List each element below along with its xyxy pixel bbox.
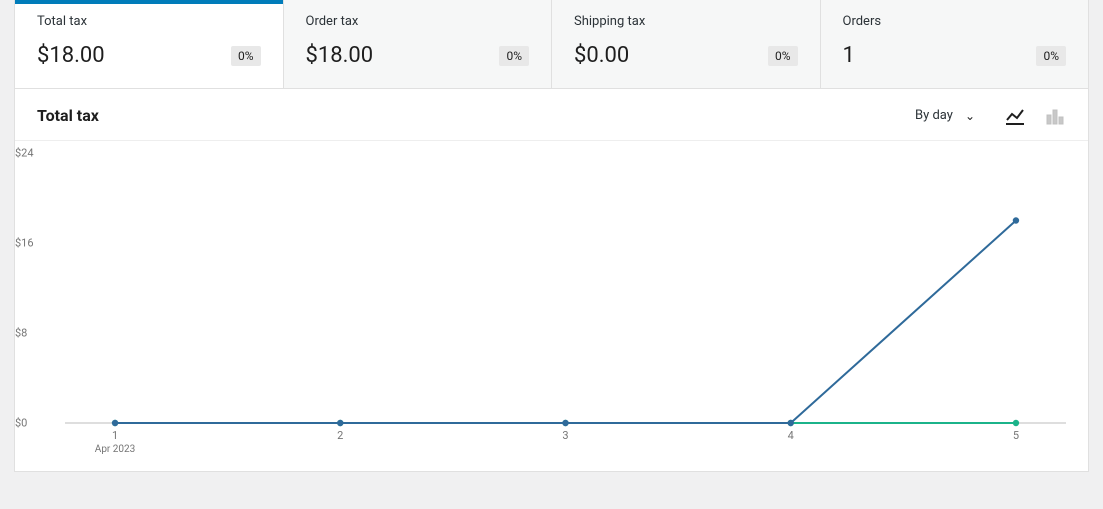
stat-label: Shipping tax — [574, 14, 798, 29]
chart-data-point[interactable] — [562, 420, 568, 426]
chart-data-point[interactable] — [788, 420, 794, 426]
chart-data-point[interactable] — [112, 420, 118, 426]
stat-label: Orders — [843, 14, 1067, 29]
stat-trend-badge: 0% — [231, 46, 261, 66]
stat-value: 1 — [843, 43, 855, 68]
plot-area — [65, 153, 1066, 423]
stat-value: $0.00 — [574, 43, 629, 68]
y-axis-tick: $24 — [15, 147, 34, 160]
x-axis-tick: 3 — [562, 429, 568, 442]
stat-value-row: $0.00 0% — [574, 43, 798, 68]
stat-trend-badge: 0% — [1036, 46, 1066, 66]
stat-value: $18.00 — [306, 43, 374, 68]
chart-body: $0 $8 $16 $24 1Apr 2023 2 3 4 5 — [15, 141, 1088, 471]
chevron-down-icon: ⌄ — [965, 109, 975, 123]
chart-series-line — [115, 221, 1016, 424]
stat-label: Total tax — [37, 14, 261, 29]
chart-data-point[interactable] — [1013, 420, 1019, 426]
chart-data-point[interactable] — [1013, 217, 1019, 223]
stat-value-row: 1 0% — [843, 43, 1067, 68]
chart-header: Total tax By day ⌄ — [15, 89, 1088, 141]
stats-row: Total tax$18.000%Order tax$18.000%Shippi… — [14, 0, 1089, 89]
y-axis-tick: $0 — [15, 417, 27, 430]
chart-panel: Total tax By day ⌄ $0 $8 $16 $24 — [14, 89, 1089, 472]
interval-select[interactable]: By day ⌄ — [904, 101, 986, 130]
chart-title: Total tax — [37, 106, 99, 125]
chart-data-point[interactable] — [337, 420, 343, 426]
y-axis-tick: $8 — [15, 327, 27, 340]
x-axis-tick: 2 — [337, 429, 343, 442]
y-axis-tick: $16 — [15, 237, 34, 250]
chart-svg — [65, 153, 1066, 423]
chart-controls: By day ⌄ — [904, 101, 1066, 130]
stat-trend-badge: 0% — [768, 46, 798, 66]
stat-trend-badge: 0% — [499, 46, 529, 66]
stat-value-row: $18.00 0% — [306, 43, 530, 68]
stat-value: $18.00 — [37, 43, 105, 68]
x-axis-tick: 4 — [788, 429, 794, 442]
stat-label: Order tax — [306, 14, 530, 29]
bar-chart-icon — [1046, 107, 1064, 125]
line-chart-toggle[interactable] — [1004, 105, 1026, 127]
bar-chart-toggle[interactable] — [1044, 105, 1066, 127]
x-axis-tick: 5 — [1013, 429, 1019, 442]
stat-card-total_tax[interactable]: Total tax $18.00 0% — [15, 0, 284, 88]
stat-card-shipping_tax[interactable]: Shipping tax $0.00 0% — [552, 0, 821, 88]
stat-value-row: $18.00 0% — [37, 43, 261, 68]
interval-select-label: By day — [915, 108, 953, 123]
stat-card-order_tax[interactable]: Order tax $18.00 0% — [284, 0, 553, 88]
stat-card-orders[interactable]: Orders 1 0% — [821, 0, 1089, 88]
line-chart-icon — [1006, 107, 1024, 125]
x-axis-month-label: Apr 2023 — [95, 444, 136, 455]
x-axis-tick: 1Apr 2023 — [95, 429, 136, 455]
